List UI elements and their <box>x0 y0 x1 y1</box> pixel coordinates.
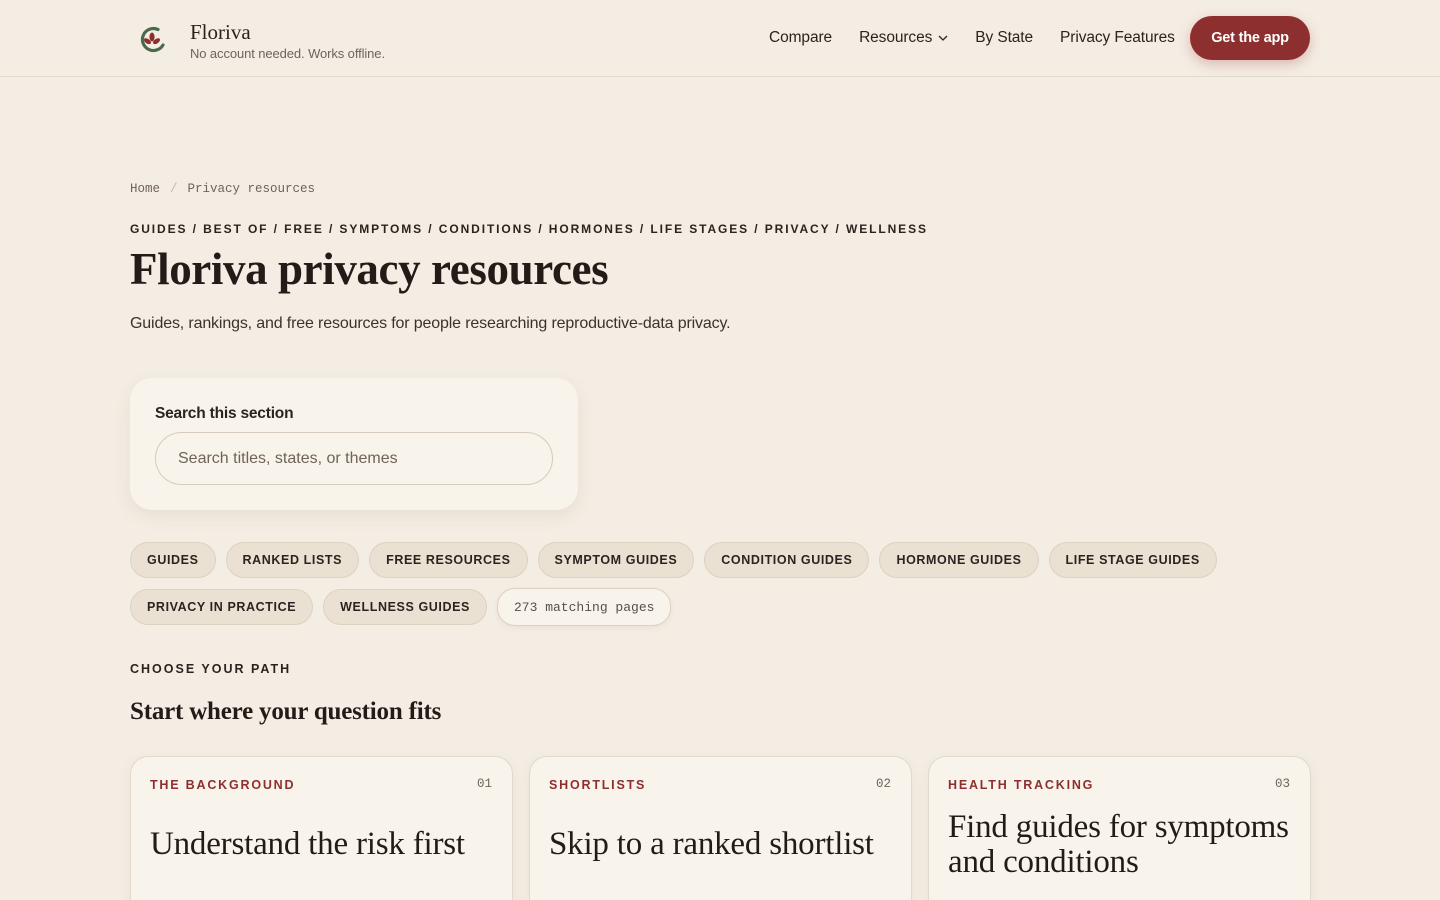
brand-tagline: No account needed. Works offline. <box>190 46 385 61</box>
card-number: 02 <box>875 777 891 791</box>
search-label: Search this section <box>155 405 294 422</box>
brand-name: Floriva <box>190 20 251 44</box>
brand-text: Floriva No account needed. Works offline… <box>190 20 385 61</box>
nav-privacy-features-label: Privacy Features <box>1060 29 1175 46</box>
chip-privacy-in-practice[interactable]: PRIVACY IN PRACTICE <box>130 589 314 625</box>
site-header: Floriva No account needed. Works offline… <box>0 0 1440 77</box>
chip-wellness-guides[interactable]: WELLNESS GUIDES <box>323 589 487 625</box>
get-the-app-button[interactable]: Get the app <box>1190 16 1310 60</box>
card-title: Skip to a ranked shortlist <box>549 826 874 862</box>
main-nav: Compare Resources By State Privacy Featu… <box>769 29 1202 47</box>
breadcrumb: Home / Privacy resources <box>130 182 315 196</box>
brand[interactable]: Floriva No account needed. Works offline… <box>136 20 385 61</box>
card-number: 01 <box>476 777 492 791</box>
chip-guides[interactable]: GUIDES <box>130 542 216 578</box>
chip-free-resources[interactable]: FREE RESOURCES <box>369 542 528 578</box>
chip-condition-guides[interactable]: CONDITION GUIDES <box>704 542 870 578</box>
path-card-health-tracking[interactable]: HEALTH TRACKING 03 Find guides for sympt… <box>928 756 1311 900</box>
path-card-shortlists[interactable]: SHORTLISTS 02 Skip to a ranked shortlist <box>529 756 912 900</box>
path-cards: THE BACKGROUND 01 Understand the risk fi… <box>130 756 1311 900</box>
card-eyebrow: SHORTLISTS <box>549 778 647 792</box>
breadcrumb-separator: / <box>170 182 178 196</box>
floriva-logo-icon <box>140 26 165 53</box>
path-section-title: Start where your question fits <box>130 698 442 725</box>
nav-by-state-label: By State <box>975 29 1034 46</box>
nav-by-state[interactable]: By State <box>975 29 1033 47</box>
card-title: Understand the risk first <box>150 826 465 862</box>
card-eyebrow: THE BACKGROUND <box>150 778 296 792</box>
chip-life-stage-guides[interactable]: LIFE STAGE GUIDES <box>1048 542 1217 578</box>
chip-hormone-guides[interactable]: HORMONE GUIDES <box>879 542 1039 578</box>
card-eyebrow: HEALTH TRACKING <box>948 778 1095 792</box>
nav-privacy-features[interactable]: Privacy Features <box>1060 29 1175 47</box>
page-subtitle: Guides, rankings, and free resources for… <box>130 315 731 332</box>
search-card: Search this section <box>130 378 578 510</box>
breadcrumb-home[interactable]: Home <box>130 182 160 196</box>
chip-symptom-guides[interactable]: SYMPTOM GUIDES <box>537 542 695 578</box>
filter-chips: GUIDES RANKED LISTS FREE RESOURCES SYMPT… <box>130 542 1310 637</box>
search-input[interactable] <box>155 432 553 485</box>
hero-kicker: GUIDES / BEST OF / FREE / SYMPTOMS / CON… <box>130 222 928 236</box>
match-count-badge: 273 matching pages <box>497 588 672 626</box>
card-number: 03 <box>1274 777 1290 791</box>
chip-ranked-lists[interactable]: RANKED LISTS <box>225 542 360 578</box>
nav-compare-label: Compare <box>769 29 833 46</box>
nav-compare[interactable]: Compare <box>769 29 832 47</box>
card-title: Find guides for symptoms and conditions <box>948 809 1289 880</box>
path-section-kicker: CHOOSE YOUR PATH <box>130 662 292 676</box>
chevron-down-icon <box>938 35 948 41</box>
page-title: Floriva privacy resources <box>130 244 609 294</box>
nav-resources[interactable]: Resources <box>859 29 948 47</box>
nav-resources-label: Resources <box>859 29 933 46</box>
breadcrumb-current: Privacy resources <box>187 182 316 196</box>
path-card-background[interactable]: THE BACKGROUND 01 Understand the risk fi… <box>130 756 513 900</box>
